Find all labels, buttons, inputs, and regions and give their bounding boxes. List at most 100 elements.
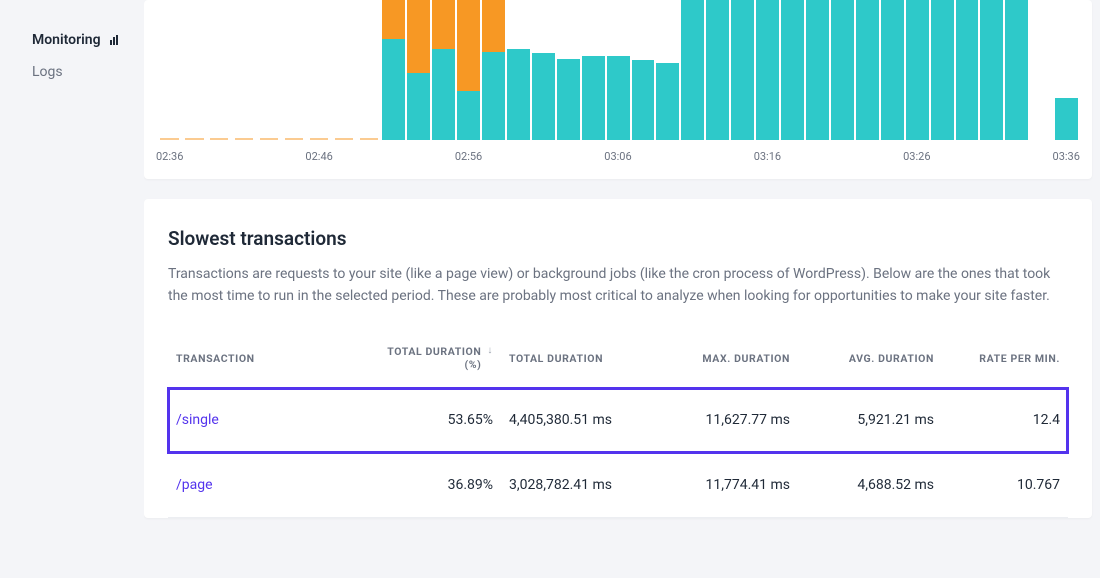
bar-segment-tiny [210, 138, 228, 140]
chart-bar[interactable] [806, 0, 829, 140]
chart-bar[interactable] [507, 0, 530, 140]
bar-segment-teal [607, 56, 630, 140]
bar-segment-teal [931, 0, 954, 140]
sort-descending-icon: ↓ [487, 345, 493, 356]
bar-segment-teal [906, 0, 929, 140]
bar-segment-teal [1005, 0, 1028, 140]
dur-max-cell: 11,774.41 ms [654, 453, 798, 518]
sidebar-item-logs[interactable]: Logs [0, 56, 144, 88]
chart-bar[interactable] [781, 0, 804, 140]
bar-segment-teal [632, 60, 655, 140]
x-tick-label: 02:56 [455, 150, 482, 163]
chart-bar[interactable] [357, 0, 380, 140]
chart-bar[interactable] [208, 0, 231, 140]
bar-segment-tiny [260, 138, 278, 140]
bar-segment-teal [831, 0, 854, 140]
bar-chart[interactable] [156, 0, 1080, 140]
chart-bar[interactable] [731, 0, 754, 140]
chart-x-axis: 02:3602:4602:5603:0603:1603:2603:36 [156, 140, 1080, 167]
bar-segment-teal [407, 73, 430, 140]
chart-bar[interactable] [183, 0, 206, 140]
dur-max-cell: 11,627.77 ms [654, 388, 798, 453]
bar-segment-teal [656, 63, 679, 140]
bar-segment-teal [956, 0, 979, 140]
sidebar-item-label: Monitoring [32, 32, 101, 48]
chart-bar[interactable] [457, 0, 480, 140]
chart-bar[interactable] [283, 0, 306, 140]
bar-segment-tiny [335, 138, 353, 140]
chart-bar[interactable] [482, 0, 505, 140]
rate-cell: 12.4 [942, 388, 1068, 453]
chart-bar[interactable] [382, 0, 405, 140]
bar-segment-tiny [310, 138, 328, 140]
x-tick-label: 03:06 [604, 150, 631, 163]
chart-bar[interactable] [831, 0, 854, 140]
bar-segment-orange [407, 0, 430, 73]
table-row[interactable]: /page36.89%3,028,782.41 ms11,774.41 ms4,… [168, 453, 1068, 518]
table-column-header[interactable]: TOTAL DURATION [501, 335, 654, 388]
table-row[interactable]: /single53.65%4,405,380.51 ms11,627.77 ms… [168, 388, 1068, 453]
dur-pct-cell: 36.89% [375, 453, 501, 518]
chart-bar[interactable] [656, 0, 679, 140]
chart-bar[interactable] [158, 0, 181, 140]
x-tick-label: 03:26 [903, 150, 930, 163]
transaction-link[interactable]: /single [168, 388, 375, 453]
chart-bar[interactable] [906, 0, 929, 140]
chart-bar[interactable] [557, 0, 580, 140]
chart-bar[interactable] [632, 0, 655, 140]
dur-avg-cell: 4,688.52 ms [798, 453, 942, 518]
bar-segment-orange [432, 0, 455, 49]
column-label: RATE PER MIN. [979, 352, 1060, 365]
bar-segment-orange [482, 0, 505, 52]
bar-segment-orange [457, 0, 480, 91]
chart-bar[interactable] [956, 0, 979, 140]
transaction-link[interactable]: /page [168, 453, 375, 518]
chart-bar[interactable] [931, 0, 954, 140]
x-tick-label: 02:36 [156, 150, 183, 163]
chart-bar[interactable] [407, 0, 430, 140]
chart-bar[interactable] [756, 0, 779, 140]
x-tick-label: 03:36 [1053, 150, 1080, 163]
dur-total-cell: 3,028,782.41 ms [501, 453, 654, 518]
chart-bar[interactable] [1005, 0, 1028, 140]
bar-segment-tiny [360, 138, 378, 140]
dur-pct-cell: 53.65% [375, 388, 501, 453]
chart-bar[interactable] [258, 0, 281, 140]
bar-segment-teal [507, 49, 530, 140]
section-title: Slowest transactions [168, 227, 1068, 250]
chart-bar[interactable] [432, 0, 455, 140]
chart-bar[interactable] [308, 0, 331, 140]
bar-segment-tiny [160, 138, 178, 140]
chart-bar[interactable] [856, 0, 879, 140]
chart-bar[interactable] [706, 0, 729, 140]
column-label: TRANSACTION [176, 352, 255, 365]
bar-segment-tiny [185, 138, 203, 140]
table-column-header[interactable]: RATE PER MIN. [942, 335, 1068, 388]
section-description: Transactions are requests to your site (… [168, 264, 1068, 307]
chart-bar[interactable] [607, 0, 630, 140]
chart-bar[interactable] [332, 0, 355, 140]
dur-avg-cell: 5,921.21 ms [798, 388, 942, 453]
column-label: TOTAL DURATION [509, 352, 603, 365]
table-column-header[interactable]: TOTAL DURATION (%)↓ [375, 335, 501, 388]
chart-bar[interactable] [233, 0, 256, 140]
chart-bar[interactable] [881, 0, 904, 140]
main-content: 02:3602:4602:5603:0603:1603:2603:36 Slow… [144, 0, 1100, 578]
bar-segment-orange [382, 0, 405, 39]
bar-segment-teal [881, 0, 904, 140]
sidebar-item-monitoring[interactable]: Monitoring [0, 24, 144, 56]
chart-bar[interactable] [1055, 0, 1078, 140]
chart-bar[interactable] [681, 0, 704, 140]
sidebar: Monitoring Logs [0, 0, 144, 578]
chart-bar[interactable] [532, 0, 555, 140]
bar-segment-tiny [285, 138, 303, 140]
chart-bar[interactable] [980, 0, 1003, 140]
chart-bar[interactable] [582, 0, 605, 140]
table-column-header[interactable]: AVG. DURATION [798, 335, 942, 388]
table-header-row: TRANSACTION TOTAL DURATION (%)↓ TOTAL DURA… [168, 335, 1068, 388]
bar-segment-tiny [235, 138, 253, 140]
chart-bar[interactable] [1030, 0, 1053, 140]
table-column-header[interactable]: MAX. DURATION [654, 335, 798, 388]
x-tick-label: 03:16 [754, 150, 781, 163]
table-column-header[interactable]: TRANSACTION [168, 335, 375, 388]
